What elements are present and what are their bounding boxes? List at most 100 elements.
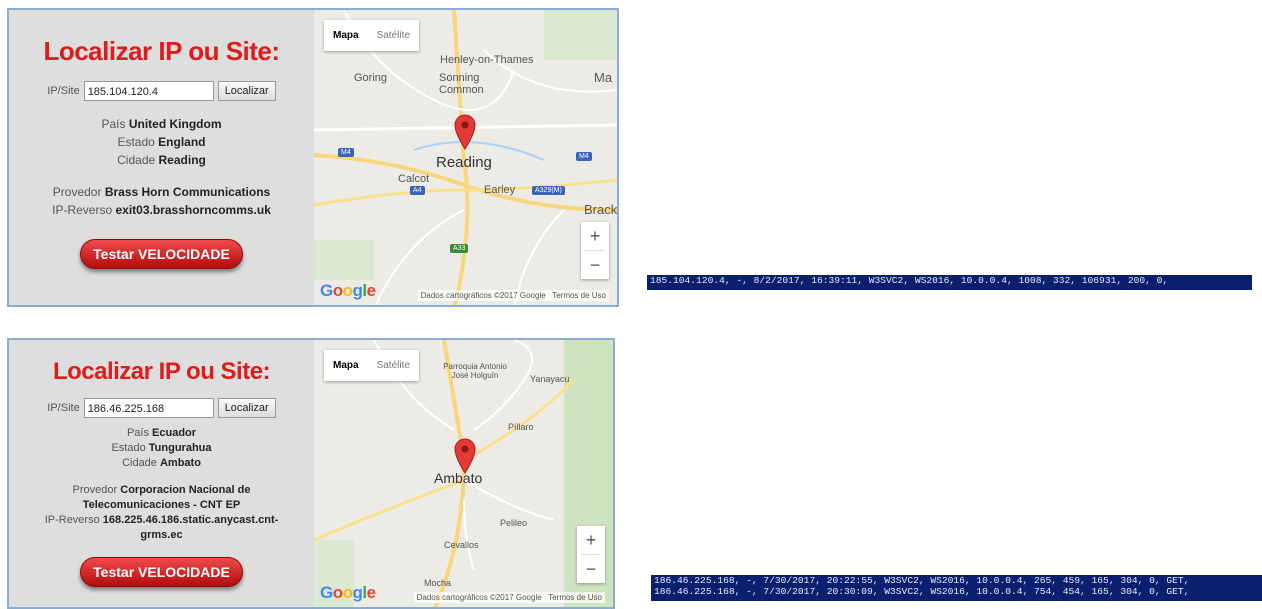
provider-line: Provedor Brass Horn Communications [9, 183, 314, 201]
provider-info: Provedor Brass Horn Communications IP-Re… [9, 183, 314, 219]
map-city-label: Reading [436, 154, 492, 171]
tab-satellite[interactable]: Satélite [368, 350, 419, 381]
country-value: United Kingdom [128, 117, 222, 131]
tab-map[interactable]: Mapa [324, 20, 368, 51]
location-info: País United Kingdom Estado England Cidad… [9, 115, 314, 169]
attribution-text: Dados cartográficos ©2017 Google [416, 593, 542, 602]
ip-lookup-panel-1: Localizar IP ou Site: IP/Site 185.104.12… [7, 8, 619, 307]
reverse-label: IP-Reverso [44, 514, 100, 526]
country-label: País [126, 427, 149, 439]
country-line: País United Kingdom [9, 115, 314, 133]
provider-label: Provedor [52, 185, 102, 199]
tab-map[interactable]: Mapa [324, 350, 368, 381]
tab-satellite[interactable]: Satélite [368, 20, 419, 51]
city-line: Cidade Reading [9, 151, 314, 169]
provider-value: Corporacion Nacional de [120, 484, 251, 496]
map-label: Mocha [424, 578, 452, 588]
page-title: Localizar IP ou Site: [52, 358, 271, 385]
country-line: País Ecuador [9, 426, 314, 441]
zoom-out-button[interactable]: − [581, 251, 609, 279]
ip-label: IP/Site [47, 402, 80, 414]
provider-value: Brass Horn Communications [104, 185, 271, 199]
ip-lookup-panel-2: Localizar IP ou Site: IP/Site 186.46.225… [7, 338, 615, 609]
iis-log-line: 186.46.225.168, -, 7/30/2017, 20:22:55, … [654, 575, 1190, 586]
map-label: Pelileo [500, 518, 528, 528]
ip-label: IP/Site [47, 85, 80, 97]
road-shield: A329(M) [532, 186, 565, 195]
reverse-value: 168.225.46.186.static.anycast.cnt- [102, 514, 279, 526]
terms-link[interactable]: Termos de Uso [552, 291, 606, 300]
road-shield: A4 [410, 186, 425, 195]
iis-log-block: 186.46.225.168, -, 7/30/2017, 20:22:55, … [651, 575, 1262, 601]
city-label: Cidade [117, 153, 156, 167]
provider-value-2: Telecomunicaciones - CNT EP [82, 499, 241, 511]
map-label: Parroquia Antonio José Holguín [443, 362, 507, 380]
reverse-line: IP-Reverso exit03.brasshorncomms.uk [9, 201, 314, 219]
state-value: Tungurahua [148, 442, 212, 454]
reverse-value: exit03.brasshorncomms.uk [115, 203, 271, 217]
map-label: Sonning Common [439, 72, 484, 96]
map-type-control: Mapa Satélite [324, 350, 419, 381]
map-type-control: Mapa Satélite [324, 20, 419, 51]
ip-row: IP/Site 185.104.120.4 Localizar [9, 81, 314, 101]
country-label: País [101, 117, 126, 131]
zoom-control: + − [581, 222, 609, 279]
state-label: Estado [111, 442, 146, 454]
state-line: Estado Tungurahua [9, 441, 314, 456]
map-attribution: Dados cartográficos ©2017 Google Termos … [413, 592, 605, 603]
location-pin-icon[interactable] [454, 114, 476, 150]
page-title: Localizar IP ou Site: [43, 36, 280, 66]
road-shield: M4 [576, 152, 592, 161]
provider-line-2: Telecomunicaciones - CNT EP [9, 498, 314, 513]
google-logo: Google [320, 583, 376, 602]
provider-line: Provedor Corporacion Nacional de [9, 483, 314, 498]
state-label: Estado [117, 135, 155, 149]
ip-input[interactable]: 185.104.120.4 [83, 81, 214, 101]
lookup-form: Localizar IP ou Site: IP/Site 185.104.12… [9, 10, 314, 305]
ip-row: IP/Site 186.46.225.168 Localizar [9, 398, 314, 418]
map-label: Cevallos [444, 540, 479, 550]
zoom-in-button[interactable]: + [577, 526, 605, 554]
zoom-in-button[interactable]: + [581, 222, 609, 250]
zoom-out-button[interactable]: − [577, 555, 605, 583]
map-label: Brack [584, 202, 617, 217]
reverse-line-2: grms.ec [9, 528, 314, 543]
reverse-value-2: grms.ec [140, 529, 183, 541]
zoom-control: + − [577, 526, 605, 583]
iis-log-line: 186.46.225.168, -, 7/30/2017, 20:30:09, … [654, 585, 1190, 597]
provider-info: Provedor Corporacion Nacional de Telecom… [9, 483, 314, 543]
map-view[interactable]: Mapa Satélite Henley-on-Thames Goring So… [314, 10, 617, 305]
locate-button[interactable]: Localizar [217, 398, 276, 418]
map-attribution: Dados cartográficos ©2017 Google Termos … [417, 290, 609, 301]
country-value: Ecuador [152, 427, 197, 439]
map-label: Goring [354, 72, 388, 84]
city-line: Cidade Ambato [9, 456, 314, 471]
map-label: Ma [594, 70, 613, 85]
locate-button[interactable]: Localizar [217, 81, 276, 101]
terms-link[interactable]: Termos de Uso [548, 593, 602, 602]
road-shield: A33 [450, 244, 469, 253]
city-value: Reading [158, 153, 206, 167]
reverse-label: IP-Reverso [52, 203, 113, 217]
city-label: Cidade [122, 457, 157, 469]
map-label: Henley-on-Thames [440, 54, 534, 66]
map-view[interactable]: Mapa Satélite Parroquia Antonio José Hol… [314, 340, 613, 607]
map-label: Earley [484, 184, 516, 196]
iis-log-line: 185.104.120.4, -, 8/2/2017, 16:39:11, W3… [647, 275, 1252, 290]
google-logo: Google [320, 281, 376, 300]
location-info: País Ecuador Estado Tungurahua Cidade Am… [9, 426, 314, 471]
location-pin-icon[interactable] [454, 438, 476, 474]
state-value: England [158, 135, 206, 149]
lookup-form: Localizar IP ou Site: IP/Site 186.46.225… [9, 340, 314, 607]
provider-label: Provedor [72, 484, 118, 496]
speed-test-button[interactable]: Testar VELOCIDADE [80, 557, 243, 587]
city-value: Ambato [159, 457, 201, 469]
map-label: Píllaro [508, 422, 534, 432]
reverse-line: IP-Reverso 168.225.46.186.static.anycast… [9, 513, 314, 528]
map-label: Calcot [398, 173, 430, 185]
ip-input[interactable]: 186.46.225.168 [83, 398, 214, 418]
map-label: Yanayacu [530, 374, 570, 384]
state-line: Estado England [9, 133, 314, 151]
speed-test-button[interactable]: Testar VELOCIDADE [80, 239, 243, 269]
attribution-text: Dados cartográficos ©2017 Google [420, 291, 546, 300]
